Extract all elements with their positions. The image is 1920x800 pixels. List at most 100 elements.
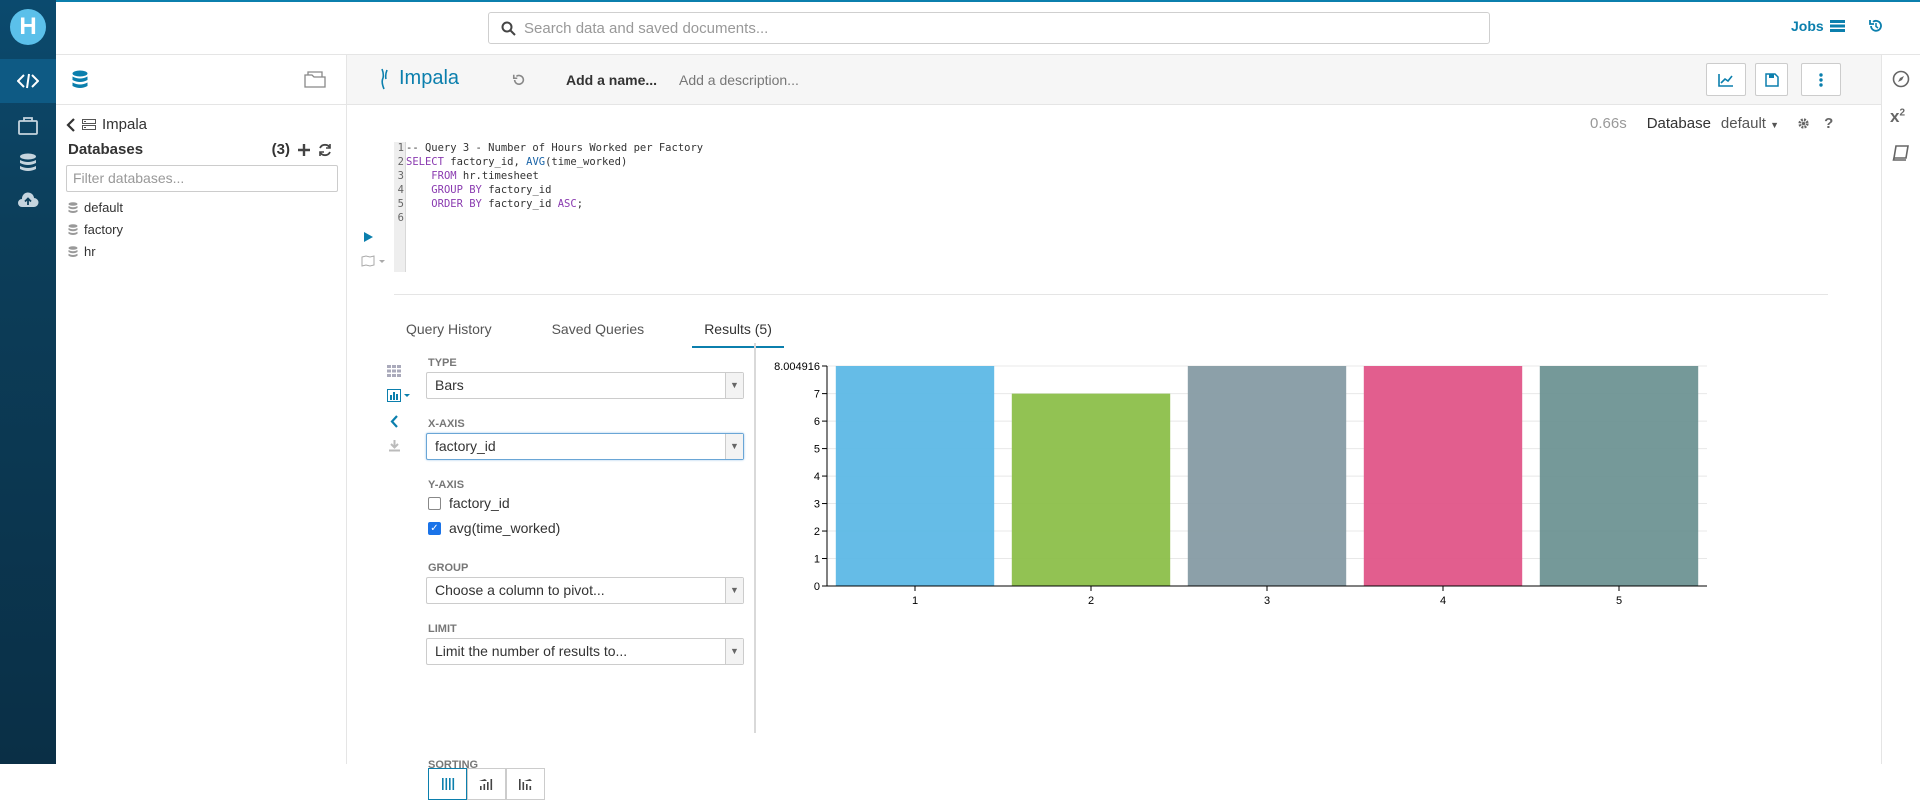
- sort-asc-icon: [478, 779, 492, 790]
- editor-main: Impala Add a name... Add a description..…: [347, 55, 1881, 800]
- group-placeholder: Choose a column to pivot...: [435, 582, 605, 598]
- x-tick-label: 2: [1088, 595, 1094, 607]
- history-icon[interactable]: [1868, 18, 1884, 34]
- databases-header: Databases (3): [68, 141, 332, 158]
- right-assist-bar: x2: [1881, 55, 1920, 764]
- refresh-icon[interactable]: [318, 143, 332, 157]
- query-history-icon[interactable]: [512, 73, 526, 87]
- code-text: (time_worked): [545, 156, 628, 168]
- code-keyword: SELECT: [406, 156, 444, 168]
- upload-nav-icon[interactable]: [0, 178, 56, 222]
- query-name-field[interactable]: Add a name...: [566, 72, 657, 88]
- database-item[interactable]: hr: [68, 244, 96, 259]
- xaxis-value: factory_id: [435, 438, 496, 454]
- server-icon: [82, 118, 96, 131]
- line-chart-icon: [1718, 73, 1734, 87]
- limit-select[interactable]: Limit the number of results to... ▼: [426, 638, 744, 665]
- editor-info: 0.66s Database default ▼ ?: [1590, 115, 1833, 132]
- query-description-field[interactable]: Add a description...: [679, 72, 799, 88]
- line-number: 6: [397, 212, 404, 224]
- top-bar: Search data and saved documents... Jobs: [56, 2, 1920, 55]
- checkbox-unchecked[interactable]: [428, 496, 441, 510]
- y-tick-label: 6: [814, 416, 820, 428]
- sort-ascending-button[interactable]: [467, 768, 506, 800]
- hue-logo[interactable]: H: [10, 9, 46, 45]
- yaxis-option[interactable]: factory_id: [428, 495, 510, 511]
- chart-type-select[interactable]: Bars ▼: [426, 372, 744, 399]
- line-number: 5: [397, 198, 404, 210]
- jobs-button[interactable]: Jobs: [1791, 18, 1845, 34]
- database-label: Database: [1646, 115, 1711, 132]
- compass-icon[interactable]: [1892, 70, 1910, 88]
- code-text: factory_id: [481, 198, 558, 210]
- book-icon[interactable]: [1892, 145, 1910, 161]
- y-tick-label: 4: [814, 471, 820, 483]
- code-keyword: ORDER BY: [431, 198, 482, 210]
- y-tick-label: 5: [814, 444, 820, 456]
- chart-type-value: Bars: [435, 377, 464, 393]
- code-keyword: FROM: [431, 170, 457, 182]
- functions-icon[interactable]: x2: [1890, 107, 1905, 127]
- code-text: hr.timesheet: [456, 170, 539, 182]
- plus-icon[interactable]: [298, 143, 310, 156]
- global-search-input[interactable]: Search data and saved documents...: [488, 12, 1490, 44]
- download-icon[interactable]: [388, 439, 401, 452]
- yaxis-option[interactable]: ✓ avg(time_worked): [428, 520, 560, 536]
- search-placeholder: Search data and saved documents...: [524, 19, 769, 37]
- results-bar-chart: 0 1 2 3 4 5 6 7 8.004916 1 2 3 4 5: [774, 361, 1707, 607]
- editor-resize-divider[interactable]: [394, 294, 1828, 295]
- line-number: 4: [397, 184, 404, 196]
- tab-saved-queries[interactable]: Saved Queries: [540, 310, 657, 348]
- engine-selector[interactable]: Impala: [379, 67, 459, 90]
- more-actions-button[interactable]: [1801, 63, 1841, 96]
- code-line: 1 -- Query 3 - Number of Hours Worked per…: [394, 141, 703, 155]
- checkbox-checked[interactable]: ✓: [428, 521, 441, 535]
- tab-results[interactable]: Results (5): [692, 310, 784, 348]
- group-select[interactable]: Choose a column to pivot... ▼: [426, 577, 744, 604]
- group-label: GROUP: [428, 562, 469, 574]
- database-select[interactable]: default ▼: [1721, 115, 1779, 132]
- y-tick-label: 1: [814, 554, 820, 566]
- save-button[interactable]: [1755, 63, 1788, 96]
- y-tick-label: 8.004916: [774, 361, 820, 373]
- sort-none-button[interactable]: [428, 768, 467, 800]
- gear-icon[interactable]: [1797, 117, 1810, 130]
- xaxis-label: X-AXIS: [428, 418, 465, 430]
- database-value: default: [1720, 115, 1766, 132]
- bars-icon: [441, 778, 454, 790]
- x-tick-label: 4: [1440, 595, 1446, 607]
- database-name: hr: [84, 244, 96, 259]
- assist-panel: Impala Databases (3) Filter databases...…: [56, 55, 347, 764]
- sorting-buttons: [428, 768, 545, 800]
- code-line: 4 GROUP BY factory_id: [394, 183, 703, 197]
- xaxis-select[interactable]: factory_id ▼: [426, 433, 744, 460]
- chart-view-button[interactable]: [1706, 63, 1746, 96]
- help-icon[interactable]: ?: [1824, 115, 1833, 132]
- code-keyword: GROUP BY: [431, 184, 482, 196]
- database-item[interactable]: default: [68, 200, 123, 215]
- run-query-icon[interactable]: [362, 231, 374, 243]
- chevron-left-icon[interactable]: [66, 117, 76, 132]
- documents-folder-icon[interactable]: [304, 70, 326, 88]
- chevron-down-icon: ▼: [725, 639, 743, 664]
- code-function: AVG: [526, 156, 546, 168]
- sql-editor[interactable]: 1 -- Query 3 - Number of Hours Worked per…: [394, 141, 703, 225]
- execution-time: 0.66s: [1590, 115, 1627, 132]
- tab-query-history[interactable]: Query History: [394, 310, 504, 348]
- editor-nav-icon[interactable]: [0, 59, 56, 103]
- filter-databases-input[interactable]: Filter databases...: [66, 165, 338, 192]
- sort-descending-button[interactable]: [506, 768, 545, 800]
- bar-chart-view-icon[interactable]: [387, 389, 413, 402]
- snippet-options-icon[interactable]: [361, 255, 387, 267]
- assist-breadcrumb[interactable]: Impala: [66, 116, 147, 133]
- grid-view-icon[interactable]: [387, 365, 401, 377]
- engine-name: Impala: [399, 67, 460, 89]
- database-icon[interactable]: [72, 70, 88, 90]
- line-number: 3: [397, 170, 404, 182]
- settings-chart-divider[interactable]: [754, 343, 756, 733]
- collapse-left-icon[interactable]: [390, 415, 399, 428]
- jobs-list-icon: [1829, 20, 1845, 32]
- bar: [1363, 366, 1523, 586]
- impala-icon: [379, 68, 391, 90]
- database-item[interactable]: factory: [68, 222, 123, 237]
